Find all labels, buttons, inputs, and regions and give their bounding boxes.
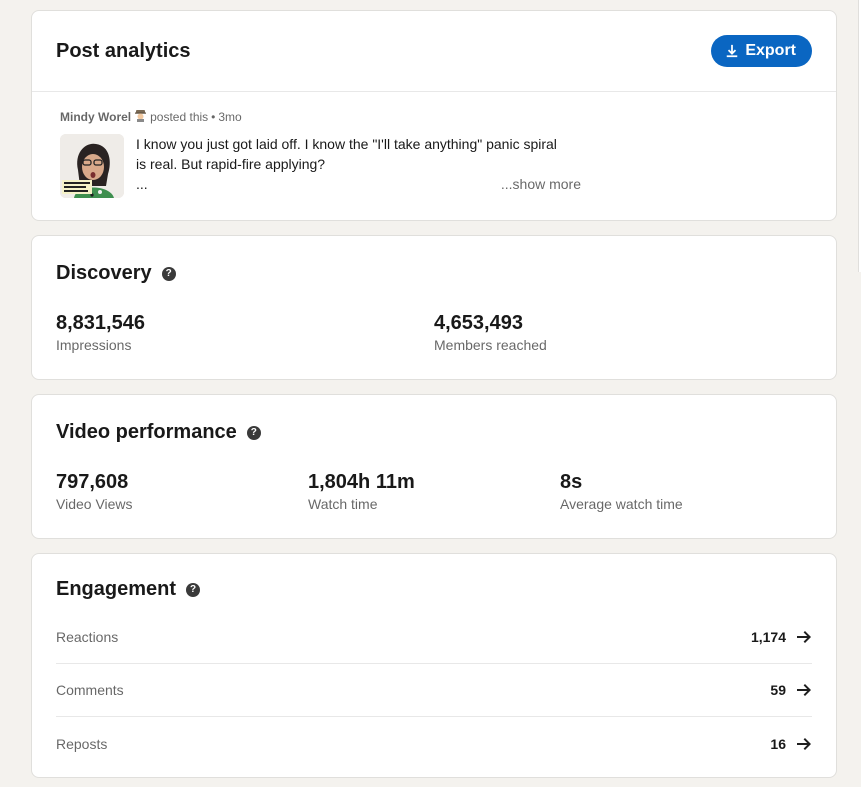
help-icon[interactable]: ? xyxy=(186,582,201,597)
metric-label: Watch time xyxy=(308,496,378,512)
post-ellipsis: ... xyxy=(136,176,148,192)
post-age: 3mo xyxy=(218,110,242,124)
metric-value: 8,831,546 xyxy=(56,312,145,334)
show-more-link[interactable]: ...show more xyxy=(501,174,581,194)
engagement-list: Reactions 1,174 Comments 59 Reposts 16 xyxy=(56,611,812,770)
video-thumbnail-icon[interactable] xyxy=(60,134,124,198)
page-title: Post analytics xyxy=(56,39,191,62)
discovery-card: Discovery ? 8,831,546 Impressions 4,653,… xyxy=(31,235,837,380)
download-icon xyxy=(727,44,738,58)
video-performance-title: Video performance ? xyxy=(56,421,261,444)
header-row: Post analytics Export xyxy=(32,11,836,92)
engagement-value: 59 xyxy=(770,682,812,698)
metric-label: Average watch time xyxy=(560,496,683,512)
engagement-count: 59 xyxy=(770,682,786,698)
engagement-count: 16 xyxy=(770,735,786,752)
metric-value: 1,804h 11m xyxy=(308,471,415,493)
engagement-row-reactions[interactable]: Reactions 1,174 xyxy=(56,611,812,664)
post-body: I know you just got laid off. I know the… xyxy=(60,134,808,198)
engagement-label: Reactions xyxy=(56,629,119,645)
engagement-value: 1,174 xyxy=(751,629,812,645)
post-text: I know you just got laid off. I know the… xyxy=(136,134,581,198)
post-preview: Mindy Worel posted this • 3mo I know you… xyxy=(32,92,836,198)
metric-label: Video Views xyxy=(56,496,133,512)
metric-label: Impressions xyxy=(56,337,132,353)
post-meta: Mindy Worel posted this • 3mo xyxy=(60,108,808,126)
engagement-value: 16 xyxy=(770,736,812,752)
engagement-title: Engagement ? xyxy=(56,578,201,601)
post-line-3: ... ...show more xyxy=(136,174,581,194)
export-button[interactable]: Export xyxy=(711,35,812,67)
export-label: Export xyxy=(745,42,796,59)
metric-value: 797,608 xyxy=(56,471,129,493)
metric-watch-time: 1,804h 11m Watch time xyxy=(308,470,415,514)
metric-label: Members reached xyxy=(434,337,547,353)
video-performance-title-text: Video performance xyxy=(56,421,237,443)
engagement-row-comments[interactable]: Comments 59 xyxy=(56,664,812,717)
post-line-2: is real. But rapid-fire applying? xyxy=(136,156,326,172)
arrow-right-icon xyxy=(797,684,811,696)
engagement-title-text: Engagement xyxy=(56,578,177,600)
engagement-row-reposts[interactable]: Reposts 16 xyxy=(56,717,812,770)
arrow-right-icon xyxy=(797,737,811,750)
metric-members-reached: 4,653,493 Members reached xyxy=(434,311,547,355)
engagement-label: Comments xyxy=(56,682,124,698)
metric-video-views: 797,608 Video Views xyxy=(56,470,133,514)
engagement-card: Engagement ? Reactions 1,174 Comments 59… xyxy=(31,553,837,778)
help-icon[interactable]: ? xyxy=(246,425,261,440)
metric-value: 4,653,493 xyxy=(434,312,523,334)
detective-emoji-icon xyxy=(134,109,147,125)
posted-text: posted this xyxy=(150,110,209,124)
engagement-label: Reposts xyxy=(56,735,108,752)
engagement-count: 1,174 xyxy=(750,629,786,645)
discovery-title: Discovery ? xyxy=(56,262,176,285)
metric-value: 8s xyxy=(560,471,583,493)
post-line-1: I know you just got laid off. I know the… xyxy=(136,136,557,152)
help-icon[interactable]: ? xyxy=(161,266,176,281)
discovery-title-text: Discovery xyxy=(56,262,152,284)
meta-separator: • xyxy=(211,110,216,124)
metric-average-watch-time: 8s Average watch time xyxy=(560,470,683,514)
arrow-right-icon xyxy=(797,631,811,643)
metric-impressions: 8,831,546 Impressions xyxy=(56,311,145,355)
video-performance-card: Video performance ? 797,608 Video Views … xyxy=(31,394,837,539)
post-analytics-card: Post analytics Export Mindy Worel posted… xyxy=(31,10,837,221)
author-name[interactable]: Mindy Worel xyxy=(60,110,131,124)
